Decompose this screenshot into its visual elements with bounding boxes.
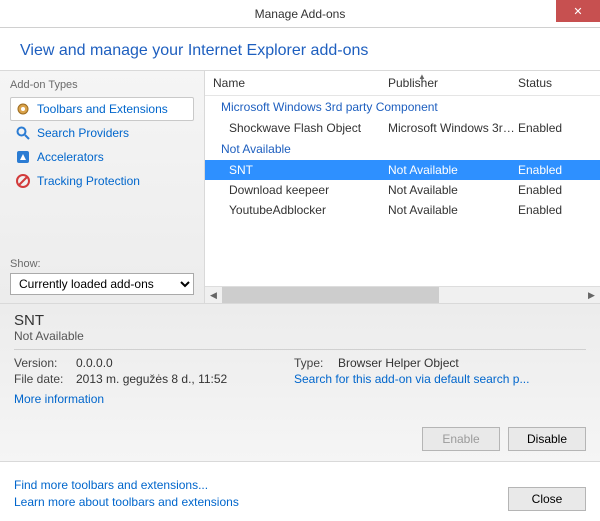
scroll-right-icon[interactable]: ▶	[583, 287, 600, 304]
sidebar-item-tracking[interactable]: Tracking Protection	[10, 169, 194, 193]
column-headers[interactable]: Name Publisher▲ Status	[205, 71, 600, 96]
sidebar-item-label: Tracking Protection	[37, 174, 140, 188]
scroll-left-icon[interactable]: ◀	[205, 287, 222, 304]
sidebar-item-accelerators[interactable]: Accelerators	[10, 145, 194, 169]
cell-status: Enabled	[518, 163, 600, 177]
cell-name: SNT	[229, 163, 388, 177]
cell-status: Enabled	[518, 121, 600, 135]
cell-status: Enabled	[518, 203, 600, 217]
enable-button[interactable]: Enable	[422, 427, 500, 451]
sidebar-item-label: Accelerators	[37, 150, 104, 164]
window-title: Manage Add-ons	[255, 7, 346, 21]
footer: Find more toolbars and extensions... Lea…	[0, 461, 600, 521]
detail-name: SNT	[14, 312, 586, 329]
list-row[interactable]: Download keepeer Not Available Enabled	[205, 180, 600, 200]
type-value: Browser Helper Object	[338, 356, 459, 370]
details-pane: SNT Not Available Version: 0.0.0.0 File …	[0, 303, 600, 461]
detail-publisher: Not Available	[14, 329, 586, 343]
disable-button[interactable]: Disable	[508, 427, 586, 451]
search-addon-link[interactable]: Search for this add-on via default searc…	[294, 372, 586, 386]
sidebar-item-label: Toolbars and Extensions	[37, 102, 168, 116]
group-header: Not Available	[205, 138, 600, 160]
scroll-track[interactable]	[222, 287, 583, 304]
learn-more-link[interactable]: Learn more about toolbars and extensions	[14, 494, 239, 511]
col-name[interactable]: Name	[213, 76, 388, 90]
sidebar-item-toolbars[interactable]: Toolbars and Extensions	[10, 97, 194, 121]
col-status[interactable]: Status	[518, 76, 600, 90]
titlebar: Manage Add-ons ✕	[0, 0, 600, 28]
sort-caret-icon: ▲	[418, 72, 426, 81]
cell-publisher: Not Available	[388, 163, 518, 177]
find-more-link[interactable]: Find more toolbars and extensions...	[14, 477, 239, 494]
sidebar-item-search[interactable]: Search Providers	[10, 121, 194, 145]
filedate-label: File date:	[14, 372, 76, 386]
close-icon[interactable]: ✕	[556, 0, 600, 22]
cell-publisher: Not Available	[388, 183, 518, 197]
group-header: Microsoft Windows 3rd party Component	[205, 96, 600, 118]
sidebar: Add-on Types Toolbars and Extensions Sea…	[0, 71, 205, 303]
header: View and manage your Internet Explorer a…	[0, 28, 600, 70]
filedate-value: 2013 m. gegužės 8 d., 11:52	[76, 372, 227, 386]
cell-name: YoutubeAdblocker	[229, 203, 388, 217]
col-publisher[interactable]: Publisher▲	[388, 76, 518, 90]
close-button[interactable]: Close	[508, 487, 586, 511]
type-label: Type:	[294, 356, 338, 370]
accelerator-icon	[15, 149, 31, 165]
addon-list: Microsoft Windows 3rd party Component Sh…	[205, 96, 600, 286]
search-icon	[15, 125, 31, 141]
sidebar-item-label: Search Providers	[37, 126, 129, 140]
cell-name: Download keepeer	[229, 183, 388, 197]
sidebar-title: Add-on Types	[10, 79, 194, 91]
list-row[interactable]: Shockwave Flash Object Microsoft Windows…	[205, 118, 600, 138]
list-row[interactable]: SNT Not Available Enabled	[205, 160, 600, 180]
cell-publisher: Microsoft Windows 3rd ...	[388, 121, 518, 135]
version-value: 0.0.0.0	[76, 356, 113, 370]
scroll-thumb[interactable]	[222, 287, 439, 304]
block-icon	[15, 173, 31, 189]
header-text: View and manage your Internet Explorer a…	[20, 42, 580, 60]
list-row[interactable]: YoutubeAdblocker Not Available Enabled	[205, 200, 600, 220]
horizontal-scrollbar[interactable]: ◀ ▶	[205, 286, 600, 303]
show-label: Show:	[10, 258, 194, 270]
version-label: Version:	[14, 356, 76, 370]
cell-publisher: Not Available	[388, 203, 518, 217]
cell-name: Shockwave Flash Object	[229, 121, 388, 135]
show-select[interactable]: Currently loaded add-ons	[10, 273, 194, 295]
more-information-link[interactable]: More information	[14, 392, 104, 406]
divider	[14, 349, 586, 350]
addon-list-pane: Name Publisher▲ Status Microsoft Windows…	[205, 71, 600, 303]
gear-icon	[15, 101, 31, 117]
cell-status: Enabled	[518, 183, 600, 197]
